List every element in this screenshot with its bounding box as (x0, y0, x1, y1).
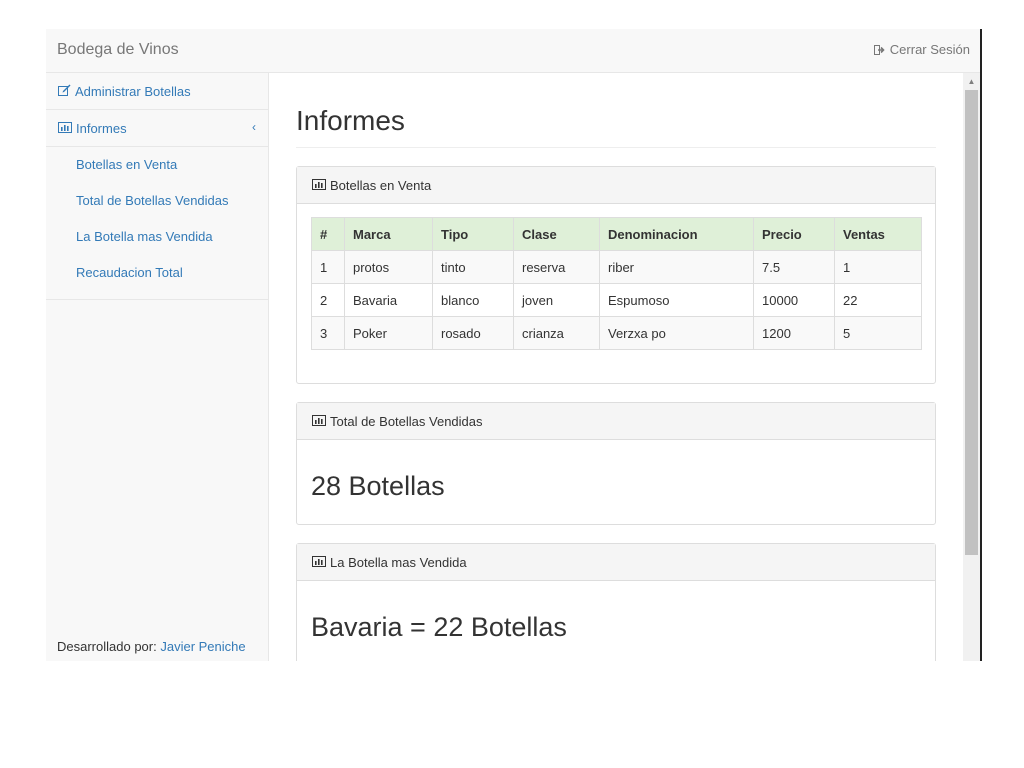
sidebar-item-label: Informes (76, 120, 127, 136)
panel-heading: Total de Botellas Vendidas (297, 403, 935, 440)
panel-body: Bavaria = 22 Botellas (297, 581, 935, 656)
panel-body: # Marca Tipo Clase Denominacion Precio V… (297, 204, 935, 363)
scroll-up-arrow-icon[interactable]: ▲ (963, 73, 980, 90)
table-cell: 10000 (753, 283, 835, 317)
sidebar-item-informes[interactable]: Informes ‹ (46, 110, 268, 147)
app-window: Bodega de Vinos Cerrar Sesión Administra… (46, 29, 982, 661)
table-cell: Bavaria (344, 283, 433, 317)
bar-chart-icon (312, 178, 330, 193)
panel-heading-label: Total de Botellas Vendidas (330, 413, 483, 429)
table-cell: 1 (834, 250, 922, 284)
footer-prefix: Desarrollado por: (57, 639, 157, 654)
best-seller-value: Bavaria = 22 Botellas (311, 612, 567, 642)
column-header: Marca (344, 217, 433, 251)
bar-chart-icon (312, 555, 330, 570)
table-cell: 2 (311, 283, 345, 317)
panel-botellas-en-venta: Botellas en Venta # Marca Tipo Clase Den… (296, 166, 936, 384)
footer-author-link[interactable]: Javier Peniche (160, 639, 245, 654)
bottles-table: # Marca Tipo Clase Denominacion Precio V… (311, 217, 922, 350)
column-header: Clase (513, 217, 600, 251)
table-cell: rosado (432, 316, 514, 350)
panel-heading: Botellas en Venta (297, 167, 935, 204)
table-cell: 22 (834, 283, 922, 317)
table-cell: reserva (513, 250, 600, 284)
column-header: Precio (753, 217, 835, 251)
scroll-thumb[interactable] (965, 90, 978, 555)
brand-title[interactable]: Bodega de Vinos (57, 41, 179, 59)
sidebar-subitem-total-vendidas[interactable]: Total de Botellas Vendidas (46, 187, 268, 223)
table-cell: 1200 (753, 316, 835, 350)
table-cell: 5 (834, 316, 922, 350)
table-header-row: # Marca Tipo Clase Denominacion Precio V… (311, 217, 922, 251)
page-title: Informes (296, 105, 405, 136)
table-row: 2 Bavaria blanco joven Espumoso 10000 22 (311, 283, 922, 317)
vertical-scrollbar[interactable]: ▲ (963, 73, 980, 661)
main-content: Informes Botellas en Venta # Marca Tipo … (269, 73, 963, 661)
logout-link[interactable]: Cerrar Sesión (873, 42, 970, 57)
title-divider (296, 147, 936, 148)
logout-label: Cerrar Sesión (889, 42, 970, 57)
table-cell: 1 (311, 250, 345, 284)
sidebar-item-administrar-botellas[interactable]: Administrar Botellas (46, 73, 268, 110)
table-cell: Espumoso (599, 283, 754, 317)
table-cell: Verzxa po (599, 316, 754, 350)
table-cell: protos (344, 250, 433, 284)
table-cell: 3 (311, 316, 345, 350)
column-header: # (311, 217, 345, 251)
sidebar-subitem-recaudacion[interactable]: Recaudacion Total (46, 259, 268, 295)
panel-body: 28 Botellas (297, 440, 935, 515)
sidebar-subitem-mas-vendida[interactable]: La Botella mas Vendida (46, 223, 268, 259)
table-cell: blanco (432, 283, 514, 317)
sidebar-submenu: Botellas en Venta Total de Botellas Vend… (46, 147, 268, 300)
panel-heading: La Botella mas Vendida (297, 544, 935, 581)
total-bottles-value: 28 Botellas (311, 471, 445, 501)
table-cell: riber (599, 250, 754, 284)
sidebar: Administrar Botellas Informes ‹ Botellas… (46, 73, 269, 661)
table-row: 1 protos tinto reserva riber 7.5 1 (311, 250, 922, 284)
edit-icon (58, 84, 75, 99)
table-row: 3 Poker rosado crianza Verzxa po 1200 5 (311, 316, 922, 350)
sidebar-item-label: Administrar Botellas (75, 83, 191, 99)
top-navbar: Bodega de Vinos Cerrar Sesión (46, 29, 980, 73)
column-header: Ventas (834, 217, 922, 251)
panel-total-botellas-vendidas: Total de Botellas Vendidas 28 Botellas (296, 402, 936, 525)
bar-chart-icon (58, 121, 76, 136)
sidebar-footer: Desarrollado por: Javier Peniche (57, 639, 246, 654)
table-cell: Poker (344, 316, 433, 350)
table-cell: tinto (432, 250, 514, 284)
table-cell: joven (513, 283, 600, 317)
bar-chart-icon (312, 414, 330, 429)
sign-out-icon (873, 44, 885, 55)
table-cell: crianza (513, 316, 600, 350)
column-header: Tipo (432, 217, 514, 251)
sidebar-subitem-botellas-en-venta[interactable]: Botellas en Venta (46, 151, 268, 187)
table-cell: 7.5 (753, 250, 835, 284)
panel-heading-label: Botellas en Venta (330, 177, 432, 193)
panel-botella-mas-vendida: La Botella mas Vendida Bavaria = 22 Bote… (296, 543, 936, 661)
panel-heading-label: La Botella mas Vendida (330, 554, 467, 570)
chevron-left-icon[interactable]: ‹ (252, 120, 256, 134)
column-header: Denominacion (599, 217, 754, 251)
